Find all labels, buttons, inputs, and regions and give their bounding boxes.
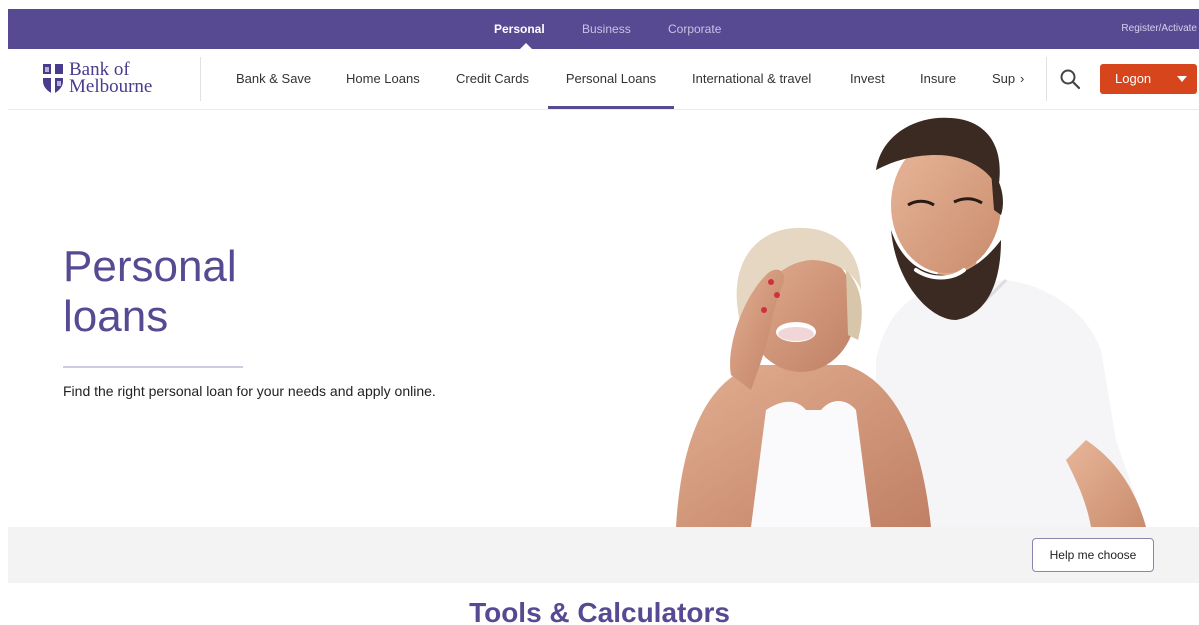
hero-banner: Personal loans Find the right personal l…	[8, 110, 1199, 527]
nav-personal-loans[interactable]: Personal Loans	[548, 49, 674, 109]
nav-insure[interactable]: Insure	[920, 49, 956, 109]
nav-invest[interactable]: Invest	[850, 49, 885, 109]
segment-bar: Personal Business Corporate Register/Act…	[8, 9, 1199, 49]
chevron-right-icon: ›	[1020, 71, 1025, 86]
title-divider	[63, 366, 243, 368]
caret-down-icon	[1177, 76, 1187, 82]
logon-label: Logon	[1115, 71, 1152, 86]
nav-more[interactable]: Sup ›	[992, 49, 1032, 109]
nav-bank-save[interactable]: Bank & Save	[236, 49, 311, 109]
nav-divider	[200, 57, 201, 101]
bank-logo[interactable]: Bank of Melbourne	[42, 59, 177, 98]
search-icon[interactable]	[1058, 67, 1082, 91]
main-nav: Bank of Melbourne Bank & Save Home Loans…	[8, 49, 1199, 110]
nav-divider	[1046, 57, 1047, 101]
nav-more-label: Sup	[992, 71, 1016, 86]
hero-description: Find the right personal loan for your ne…	[63, 383, 436, 399]
logo-wordmark: Bank of Melbourne	[69, 59, 153, 97]
nav-international-travel[interactable]: International & travel	[692, 49, 811, 109]
tools-calculators-heading: Tools & Calculators	[469, 597, 730, 625]
help-me-choose-button[interactable]: Help me choose	[1032, 538, 1154, 572]
nav-home-loans[interactable]: Home Loans	[346, 49, 420, 109]
hero-photo	[676, 117, 1146, 527]
nav-credit-cards[interactable]: Credit Cards	[456, 49, 529, 109]
page-title: Personal loans	[63, 242, 237, 341]
shield-icon	[43, 64, 63, 94]
filter-strip: Help me choose	[8, 527, 1199, 583]
segment-business[interactable]: Business	[582, 9, 631, 49]
register-activate-link[interactable]: Register/Activate	[1121, 9, 1197, 49]
logon-button[interactable]: Logon	[1100, 64, 1197, 94]
segment-corporate[interactable]: Corporate	[668, 9, 721, 49]
